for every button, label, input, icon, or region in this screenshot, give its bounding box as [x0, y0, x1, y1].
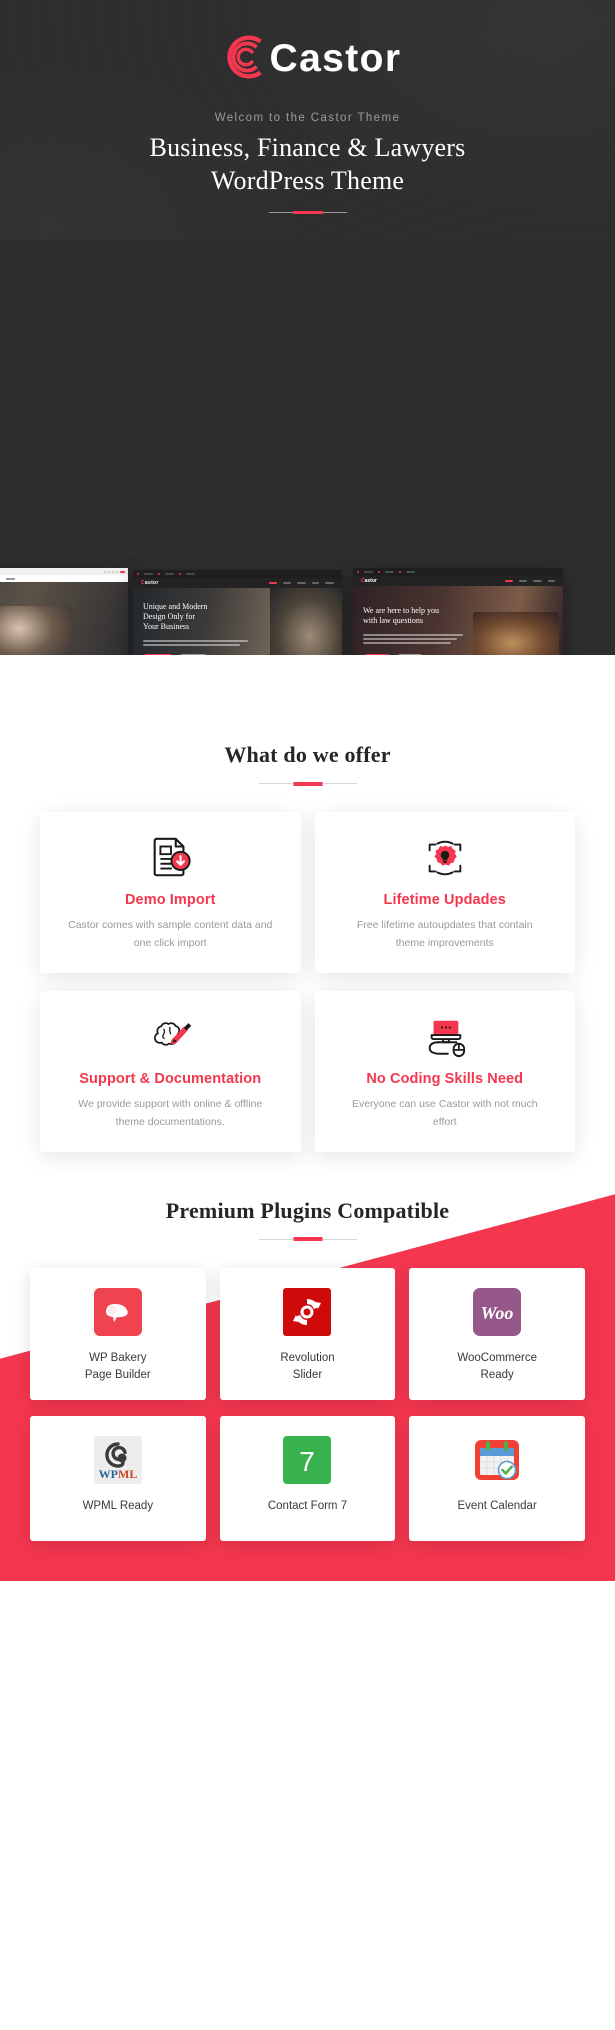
feature-card-description: Castor comes with sample content data an…	[68, 919, 273, 950]
mockup-headline: We are here to help you with law question…	[363, 606, 439, 625]
revolution-slider-logo-icon	[281, 1286, 333, 1338]
plugin-card-label: Revolution Slider	[280, 1350, 334, 1385]
wpbakery-logo-icon	[92, 1286, 144, 1338]
contact-form-7-logo-icon: 7	[281, 1434, 333, 1486]
document-download-icon	[147, 834, 193, 882]
feature-card-support-documentation[interactable]: Support & Documentation We provide suppo…	[40, 990, 301, 1152]
hero-subtitle: Welcom to the Castor Theme	[214, 112, 401, 124]
mockup-topbar	[353, 568, 563, 576]
plugin-label-line-1: Revolution	[280, 1351, 335, 1364]
plugin-card-label: WPML Ready	[83, 1498, 154, 1515]
brand-logo[interactable]: Castor	[0, 28, 615, 86]
gear-refresh-bulb-icon	[422, 834, 468, 882]
plugin-label-line-2: Page Builder	[84, 1368, 151, 1381]
showcase-bottom-fade	[0, 655, 615, 730]
brand-name: Castor	[269, 37, 402, 80]
svg-text:WPML: WPML	[98, 1467, 137, 1481]
browser-chrome-bar	[0, 568, 128, 575]
feature-card-description: Free lifetime autoupdates that contain t…	[356, 919, 533, 950]
feature-card-description: We provide support with online & offline…	[78, 1097, 263, 1129]
plugin-card-event-calendar[interactable]: Event Calendar	[409, 1416, 585, 1541]
page-title: What do we offer	[224, 742, 391, 767]
plugin-card-contact-form-7[interactable]: 7 Contact Form 7	[219, 1416, 396, 1541]
feature-card-grid: Demo Import Castor comes with sample con…	[0, 784, 615, 1152]
woocommerce-logo-icon: Woo	[471, 1286, 523, 1338]
plugins-section: Premium Plugins Compatible WP Bakery Pag…	[0, 1169, 615, 1581]
plugin-label-line-2: Ready	[480, 1368, 514, 1381]
hero-section: Castor Welcom to the Castor Theme Busine…	[0, 0, 615, 240]
brain-pencil-icon	[146, 1013, 194, 1061]
wpml-logo-icon: WPML	[92, 1434, 144, 1486]
plugin-card-label: Contact Form 7	[268, 1498, 347, 1515]
feature-card-title: Support & Documentation	[79, 1070, 262, 1087]
event-calendar-logo-icon	[471, 1434, 523, 1486]
plugin-label-line-1: Contact Form 7	[267, 1500, 348, 1512]
feature-card-no-coding-skills[interactable]: No Coding Skills Need Everyone can use C…	[314, 990, 575, 1152]
plugin-label-line-2: Slider	[292, 1368, 323, 1381]
feature-card-title: No Coding Skills Need	[366, 1070, 524, 1087]
hero-title-line-1: Business, Finance & Lawyers	[149, 133, 466, 162]
plugin-label-line-1: WP Bakery	[89, 1351, 147, 1364]
plugin-label-line-1: WooCommerce	[457, 1351, 537, 1364]
plugin-card-wpml[interactable]: WPML WPML Ready	[30, 1416, 206, 1541]
plugin-card-label: WooCommerce Ready	[457, 1350, 537, 1385]
hero-title-line-2: WordPress Theme	[210, 166, 405, 196]
svg-text:7: 7	[300, 1446, 316, 1477]
mockup-headline: Unique and Modern Design Only for Your Bus…	[143, 602, 208, 631]
plugin-card-grid: WP Bakery Page Builder Revolution Slider…	[0, 1240, 615, 1541]
feature-card-lifetime-updates[interactable]: Lifetime Updades Free lifetime autoupdat…	[314, 812, 575, 973]
hero-divider	[268, 212, 347, 213]
theme-showcase-section: dern Start Your Business Services	[0, 240, 615, 730]
plugin-label-line-1: WPML Ready	[82, 1500, 154, 1512]
plugin-card-wp-bakery[interactable]: WP Bakery Page Builder	[30, 1267, 206, 1400]
monitor-mouse-icon	[422, 1013, 468, 1061]
hero-title: Business, Finance & Lawyers WordPress Th…	[0, 131, 615, 197]
plugin-card-woocommerce[interactable]: Woo WooCommerce Ready	[409, 1267, 585, 1400]
svg-text:Woo: Woo	[481, 1303, 514, 1323]
plugin-label-line-1: Event Calendar	[457, 1500, 537, 1512]
feature-card-title: Demo Import	[124, 892, 216, 908]
plugins-title: Premium Plugins Compatible	[165, 1197, 450, 1223]
feature-card-demo-import[interactable]: Demo Import Castor comes with sample con…	[40, 812, 301, 973]
plugin-card-label: Event Calendar	[458, 1498, 537, 1515]
plugin-card-revolution-slider[interactable]: Revolution Slider	[219, 1267, 396, 1400]
feature-card-title: Lifetime Updades	[383, 892, 506, 908]
mockup-topbar	[133, 570, 342, 578]
feature-card-description: Everyone can use Castor with not much ef…	[351, 1097, 538, 1129]
offer-section: What do we offer Demo Import Castor come…	[0, 730, 615, 1170]
castor-c-logo-icon	[214, 28, 272, 86]
plugin-card-label: WP Bakery Page Builder	[85, 1350, 151, 1385]
section-divider	[258, 1238, 357, 1240]
section-divider	[258, 783, 357, 784]
